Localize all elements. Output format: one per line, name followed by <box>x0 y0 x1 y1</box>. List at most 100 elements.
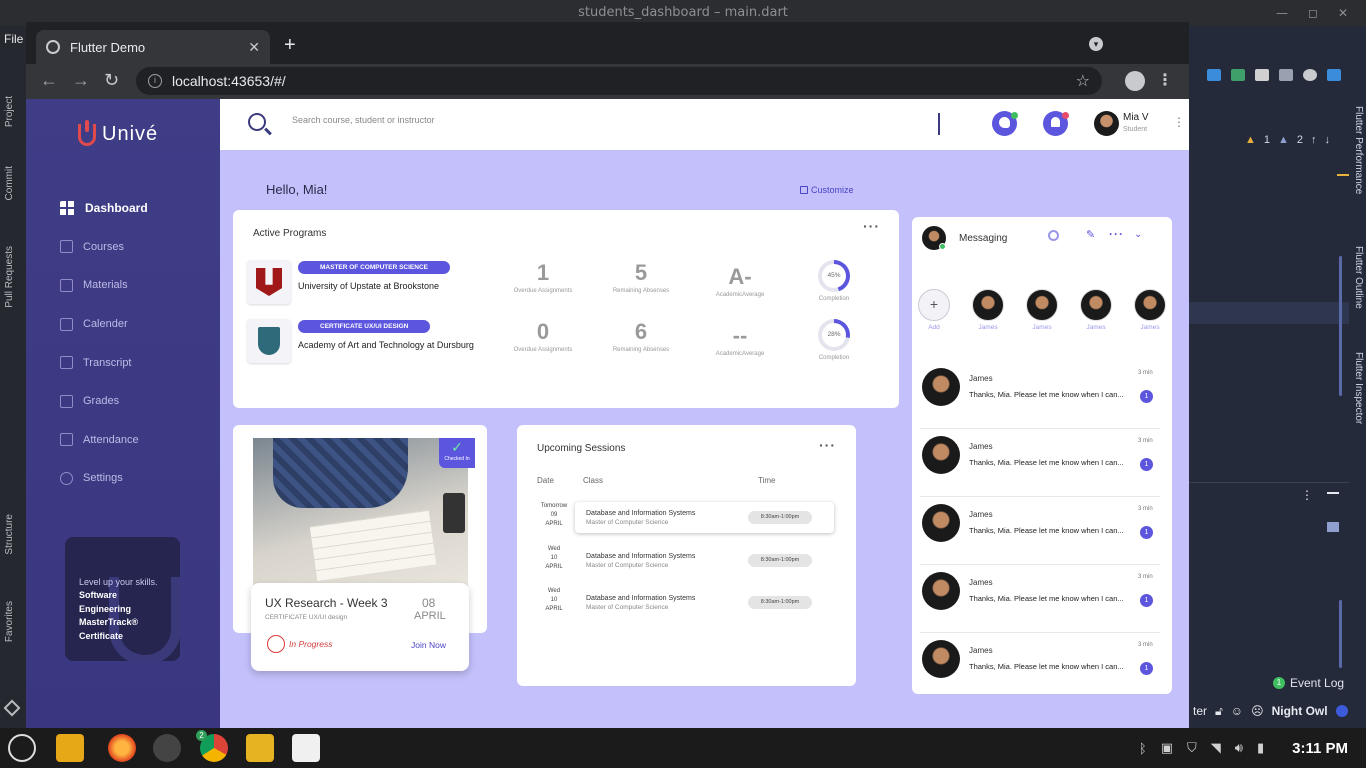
message-row[interactable]: James Thanks, Mia. Please let me know whe… <box>920 565 1160 633</box>
new-tab-button[interactable]: + <box>284 34 296 57</box>
browser-tab[interactable]: Flutter Demo ✕ <box>36 30 270 64</box>
sidebar-item-attendance[interactable]: Attendance <box>60 421 148 460</box>
arrow-down-icon[interactable]: ↓ <box>1325 134 1331 146</box>
clipboard-icon[interactable]: ▣ <box>1161 740 1173 756</box>
notifications-button[interactable] <box>1043 111 1069 136</box>
session-row[interactable]: Database and Information Systems Master … <box>575 545 834 576</box>
date-month: APRIL <box>545 564 563 570</box>
project-tab[interactable]: Project <box>4 96 15 127</box>
sidebar-item-materials[interactable]: Materials <box>60 266 148 305</box>
pull-requests-tab[interactable]: Pull Requests <box>4 246 15 308</box>
event-log[interactable]: 1 Event Log <box>1273 676 1344 690</box>
back-icon[interactable]: ← <box>40 70 58 91</box>
flutter-inspector-tab[interactable]: Flutter Inspector <box>1353 352 1364 424</box>
search-tool-icon[interactable] <box>1303 69 1317 81</box>
sidebar-item-grades[interactable]: Grades <box>60 382 148 421</box>
sidebar-item-transcript[interactable]: Transcript <box>60 343 148 382</box>
forward-icon[interactable]: → <box>72 70 90 91</box>
program-row[interactable]: MASTER OF COMPUTER SCIENCE University of… <box>247 260 867 306</box>
bluetooth-icon[interactable]: ᛒ <box>1139 741 1147 756</box>
tab-search-icon[interactable]: ▾ <box>1089 37 1103 51</box>
browser-menu-icon[interactable]: ⋮ <box>1157 70 1173 90</box>
close-icon[interactable]: ✕ <box>1338 0 1348 26</box>
close-tab-icon[interactable]: ✕ <box>248 39 260 56</box>
search-icon[interactable] <box>248 113 266 131</box>
terminal-icon[interactable] <box>153 734 181 762</box>
android-studio-icon[interactable] <box>292 734 320 762</box>
scrollbar[interactable] <box>1339 600 1342 668</box>
structure-tab[interactable]: Structure <box>4 514 15 555</box>
file-menu[interactable]: File <box>4 32 23 46</box>
brand-logo[interactable]: Univé <box>78 119 158 146</box>
search-input[interactable] <box>292 115 892 125</box>
firefox-icon[interactable] <box>108 734 136 762</box>
chevron-down-icon[interactable]: ⌄ <box>1134 229 1142 240</box>
commit-tab[interactable]: Commit <box>4 166 15 200</box>
contact[interactable]: James <box>1134 289 1166 331</box>
minimize-panel-icon[interactable] <box>1327 492 1339 494</box>
device-tool-icon[interactable] <box>1255 69 1269 81</box>
smile-icon[interactable]: ☺ <box>1231 704 1243 718</box>
sidebar-item-calender[interactable]: Calender <box>60 305 148 344</box>
mint-menu-icon[interactable] <box>8 734 36 762</box>
message-row[interactable]: James Thanks, Mia. Please let me know whe… <box>920 633 1160 701</box>
sad-icon[interactable]: ☹ <box>1251 704 1264 718</box>
arrow-up-icon[interactable]: ↑ <box>1311 134 1317 146</box>
maximize-icon[interactable]: ◻ <box>1308 0 1318 26</box>
more-vertical-icon[interactable]: ⋮ <box>1173 115 1185 129</box>
promo-card[interactable]: Level up your skills. Software Engineeri… <box>65 537 180 661</box>
battery-icon[interactable]: ▮ <box>1257 740 1264 756</box>
join-now-link[interactable]: Join Now <box>411 640 446 650</box>
layers-icon[interactable] <box>3 699 21 717</box>
session-row[interactable]: Database and Information Systems Master … <box>575 502 834 533</box>
wifi-icon[interactable]: ◥ <box>1211 740 1221 756</box>
scrollbar[interactable] <box>1339 256 1342 396</box>
contact[interactable]: James <box>1080 289 1112 331</box>
sdk-tool-icon[interactable] <box>1279 69 1293 81</box>
layout-icon[interactable] <box>1327 522 1339 532</box>
clock[interactable]: 3:11 PM <box>1292 740 1348 757</box>
more-horizontal-icon[interactable]: ··· <box>819 437 836 453</box>
contact[interactable]: James <box>1026 289 1058 331</box>
lock-icon[interactable]: 🔓︎ <box>1215 704 1223 719</box>
flutter-performance-tab[interactable]: Flutter Performance <box>1353 106 1364 194</box>
chat-button[interactable] <box>992 111 1018 136</box>
url-field[interactable]: i localhost:43653/#/ ☆ <box>136 67 1102 95</box>
program-row[interactable]: CERTIFICATE UX/UI DESIGN Academy of Art … <box>247 319 867 365</box>
search-icon[interactable] <box>1048 230 1059 241</box>
grid-tool-icon[interactable] <box>1207 69 1221 81</box>
compose-icon[interactable]: ✎ <box>1086 228 1095 241</box>
session-date: Tomorrow 09 APRIL <box>535 502 573 529</box>
message-row[interactable]: James Thanks, Mia. Please let me know whe… <box>920 429 1160 497</box>
minimize-icon[interactable]: — <box>1276 0 1288 26</box>
more-horizontal-icon[interactable]: ··· <box>863 218 880 234</box>
terminal-tool-icon[interactable] <box>1231 69 1245 81</box>
flutter-tool-icon[interactable] <box>1327 69 1341 81</box>
more-horizontal-icon[interactable]: ··· <box>1109 227 1124 241</box>
profile-icon[interactable] <box>1125 71 1145 91</box>
add-contact-button[interactable]: + Add <box>918 289 950 331</box>
message-row[interactable]: James Thanks, Mia. Please let me know whe… <box>920 497 1160 565</box>
site-info-icon[interactable]: i <box>148 74 162 88</box>
theme-name[interactable]: Night Owl <box>1272 704 1328 718</box>
favorites-tab[interactable]: Favorites <box>4 601 15 642</box>
desktop-icon[interactable] <box>56 734 84 762</box>
sidebar-item-settings[interactable]: Settings <box>60 459 148 498</box>
sidebar-item-label: Attendance <box>83 433 139 446</box>
contact[interactable]: James <box>972 289 1004 331</box>
inspection-summary[interactable]: ▲ 1 ▲ 2 ↑ ↓ <box>1245 134 1330 146</box>
message-row[interactable]: James Thanks, Mia. Please let me know whe… <box>920 361 1160 429</box>
avatar[interactable] <box>1094 111 1119 136</box>
volume-icon[interactable]: 🔊︎ <box>1235 740 1243 756</box>
flutter-outline-tab[interactable]: Flutter Outline <box>1353 246 1364 309</box>
reload-icon[interactable]: ↻ <box>104 70 119 91</box>
lesson-info-card[interactable]: UX Research - Week 3 CERTIFICATE UX/UI d… <box>251 583 469 671</box>
customize-button[interactable]: Customize <box>800 185 854 195</box>
bookmark-star-icon[interactable]: ☆ <box>1076 71 1090 91</box>
sidebar-item-dashboard[interactable]: Dashboard <box>60 189 148 228</box>
sidebar-item-courses[interactable]: Courses <box>60 228 148 267</box>
shield-icon[interactable]: ⛉ <box>1187 740 1197 756</box>
session-row[interactable]: Database and Information Systems Master … <box>575 587 834 618</box>
files-icon[interactable] <box>246 734 274 762</box>
more-icon[interactable]: ⋮ <box>1301 488 1313 502</box>
